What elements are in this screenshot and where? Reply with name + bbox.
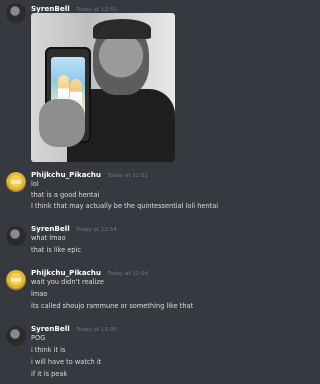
message-group: SyrenBell Today at 12:54 what lmao that … [0, 222, 242, 266]
message-text: lmao [31, 290, 48, 298]
message-header: Phijkchu_Pikachu Today at 12:51 [31, 170, 148, 181]
message-text: lol [31, 180, 39, 188]
image-attachment[interactable] [31, 13, 175, 162]
pikachu-avatar[interactable] [6, 270, 26, 290]
author-name[interactable]: Phijkchu_Pikachu [31, 268, 101, 277]
message-group: SyrenBell Today at 12:51 [0, 0, 242, 170]
message-text: what lmao [31, 234, 66, 242]
message-text: i think it is [31, 346, 66, 354]
chat-log: SyrenBell Today at 12:51 Phijkchu_Pikach… [0, 0, 242, 384]
message-text: wait you didn't realize [31, 278, 104, 286]
photo-hand [39, 99, 85, 147]
photo-person-hair [93, 19, 151, 39]
message-group: Phijkchu_Pikachu Today at 12:54 wait you… [0, 266, 242, 322]
timestamp: Today at 12:54 [75, 227, 117, 233]
message-text: POG [31, 334, 46, 342]
timestamp: Today at 12:51 [107, 173, 149, 179]
message-text: I think that may actually be the quintes… [31, 202, 219, 210]
syrenbell-avatar[interactable] [6, 226, 26, 246]
message-group: Phijkchu_Pikachu Today at 12:51 lol that… [0, 168, 242, 222]
message-text: if it is peak [31, 370, 68, 378]
pikachu-avatar[interactable] [6, 172, 26, 192]
message-text: i will have to watch it [31, 358, 102, 366]
author-name[interactable]: SyrenBell [31, 224, 70, 233]
author-name[interactable]: Phijkchu_Pikachu [31, 170, 101, 179]
timestamp: Today at 13:00 [75, 327, 117, 333]
message-group: SyrenBell Today at 13:00 POG i think it … [0, 322, 242, 384]
author-name[interactable]: SyrenBell [31, 4, 70, 13]
syrenbell-avatar[interactable] [6, 3, 26, 23]
syrenbell-avatar[interactable] [6, 326, 26, 346]
message-text: that is like epic [31, 246, 81, 254]
author-name[interactable]: SyrenBell [31, 324, 70, 333]
message-text: its called shoujo rammune or something l… [31, 302, 194, 310]
timestamp: Today at 12:54 [107, 271, 149, 277]
message-text: that is a good hentai [31, 191, 100, 199]
